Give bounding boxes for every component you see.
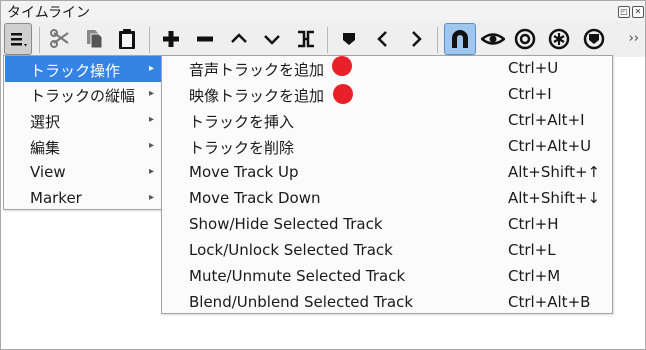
shortcut-label: Alt+Shift+↓ (508, 189, 601, 207)
magnet-icon (449, 28, 471, 50)
submenu-item-label: Move Track Down (189, 189, 321, 207)
copy-icon (84, 28, 104, 50)
submenu-item-label: Mute/Unmute Selected Track (189, 267, 406, 285)
marker-icon (339, 29, 359, 49)
menu-button[interactable] (4, 23, 32, 55)
toolbar-overflow-icon[interactable]: ›› (629, 31, 639, 46)
shortcut-label: Ctrl+Alt+U (508, 137, 592, 155)
menu-item-label: トラックの縦幅 (30, 87, 136, 105)
prev-marker-button[interactable] (368, 23, 398, 55)
menu-item-marker[interactable]: Marker ▸ (5, 185, 162, 211)
shortcut-label: Ctrl+M (508, 267, 561, 285)
submenu-item-label: 音声トラックを追加 (189, 61, 325, 79)
submenu-item-label: Lock/Unlock Selected Track (189, 241, 393, 259)
ripple-markers-button[interactable] (579, 23, 609, 55)
shortcut-label: Ctrl+L (508, 241, 556, 259)
submenu-arrow-icon: ▸ (148, 140, 154, 151)
split-button[interactable] (291, 23, 321, 55)
ripple-all-button[interactable] (544, 23, 574, 55)
chevron-left-icon (373, 29, 393, 49)
menu-item-edit[interactable]: 編集 ▸ (5, 133, 162, 159)
eye-icon (481, 29, 505, 49)
menu-item-track-operations[interactable]: トラック操作 ▸ (5, 56, 162, 82)
menu-item-selection[interactable]: 選択 ▸ (5, 107, 162, 133)
ripple-delete-button[interactable] (190, 23, 220, 55)
track-operations-submenu: 音声トラックを追加 Ctrl+U 映像トラックを追加 Ctrl+I トラックを挿… (161, 55, 613, 314)
submenu-item-label: 映像トラックを追加 (189, 87, 325, 105)
shortcut-label: Ctrl+Alt+B (508, 293, 591, 311)
snap-button[interactable] (444, 23, 476, 55)
submenu-item-label: トラックを削除 (189, 139, 295, 157)
target-icon (514, 28, 536, 50)
menu-item-view[interactable]: View ▸ (5, 159, 162, 185)
chevron-down-icon (262, 29, 282, 49)
shortcut-label: Alt+Shift+↑ (508, 163, 601, 181)
minus-icon (195, 29, 215, 49)
cut-button[interactable] (46, 23, 76, 55)
chevron-right-icon (406, 29, 426, 49)
toolbar-separator (437, 27, 438, 53)
clipboard-icon (117, 28, 137, 50)
shortcut-label: Ctrl+Alt+I (508, 111, 585, 129)
toolbar-separator (327, 27, 328, 53)
submenu-item-lock-unlock-track[interactable]: Lock/Unlock Selected Track Ctrl+L (162, 238, 612, 264)
append-button[interactable] (156, 23, 186, 55)
shortcut-label: Ctrl+I (508, 85, 552, 103)
menu-item-label: 選択 (30, 113, 61, 131)
menu-item-track-height[interactable]: トラックの縦幅 ▸ (5, 81, 162, 107)
annotation-dot (332, 56, 352, 76)
split-icon (296, 29, 316, 49)
lift-button[interactable] (224, 23, 254, 55)
submenu-item-show-hide-track[interactable]: Show/Hide Selected Track Ctrl+H (162, 212, 612, 238)
submenu-arrow-icon: ▸ (148, 114, 154, 125)
toolbar-separator (149, 27, 150, 53)
submenu-item-label: Move Track Up (189, 163, 299, 181)
asterisk-icon (548, 28, 570, 50)
menu-item-label: トラック操作 (30, 62, 121, 80)
hamburger-menu-icon (8, 30, 28, 48)
submenu-arrow-icon: ▸ (148, 192, 154, 203)
submenu-item-mute-unmute-track[interactable]: Mute/Unmute Selected Track Ctrl+M (162, 264, 612, 290)
menu-item-label: 編集 (30, 139, 61, 157)
submenu-arrow-icon: ▸ (148, 88, 154, 99)
float-icon[interactable]: ◰ (618, 6, 630, 18)
paste-button[interactable] (112, 23, 142, 55)
annotation-dot (333, 84, 353, 104)
overwrite-button[interactable] (257, 23, 287, 55)
scrub-button[interactable] (478, 23, 508, 55)
scissors-icon (50, 29, 72, 49)
panel-title: タイムライン (7, 5, 91, 21)
panel-titlebar: タイムライン ◰ ✕ (1, 1, 645, 21)
submenu-arrow-icon: ▸ (148, 166, 154, 177)
close-icon[interactable]: ✕ (632, 6, 644, 18)
timeline-toolbar: ›› (1, 23, 645, 57)
submenu-arrow-icon: ▸ (148, 63, 154, 74)
toolbar-separator (39, 27, 40, 53)
shortcut-label: Ctrl+U (508, 59, 559, 77)
ripple-button[interactable] (510, 23, 540, 55)
chevron-up-icon (229, 29, 249, 49)
submenu-item-remove-track[interactable]: トラックを削除 Ctrl+Alt+U (162, 134, 612, 160)
main-menu: トラック操作 ▸ トラックの縦幅 ▸ 選択 ▸ 編集 ▸ View ▸ Mark… (3, 55, 164, 210)
submenu-item-insert-track[interactable]: トラックを挿入 Ctrl+Alt+I (162, 108, 612, 134)
shortcut-label: Ctrl+H (508, 215, 559, 233)
submenu-item-blend-unblend-track[interactable]: Blend/Unblend Selected Track Ctrl+Alt+B (162, 290, 612, 316)
submenu-item-move-track-down[interactable]: Move Track Down Alt+Shift+↓ (162, 186, 612, 212)
shield-icon (583, 28, 605, 50)
submenu-item-add-audio-track[interactable]: 音声トラックを追加 Ctrl+U (162, 56, 612, 82)
plus-icon (161, 29, 181, 49)
submenu-item-move-track-up[interactable]: Move Track Up Alt+Shift+↑ (162, 160, 612, 186)
copy-button[interactable] (79, 23, 109, 55)
menu-item-label: View (30, 163, 66, 181)
submenu-item-label: トラックを挿入 (189, 113, 295, 131)
submenu-item-label: Blend/Unblend Selected Track (189, 293, 414, 311)
submenu-item-label: Show/Hide Selected Track (189, 215, 383, 233)
submenu-item-add-video-track[interactable]: 映像トラックを追加 Ctrl+I (162, 82, 612, 108)
next-marker-button[interactable] (401, 23, 431, 55)
add-marker-button[interactable] (334, 23, 364, 55)
menu-item-label: Marker (30, 189, 82, 207)
